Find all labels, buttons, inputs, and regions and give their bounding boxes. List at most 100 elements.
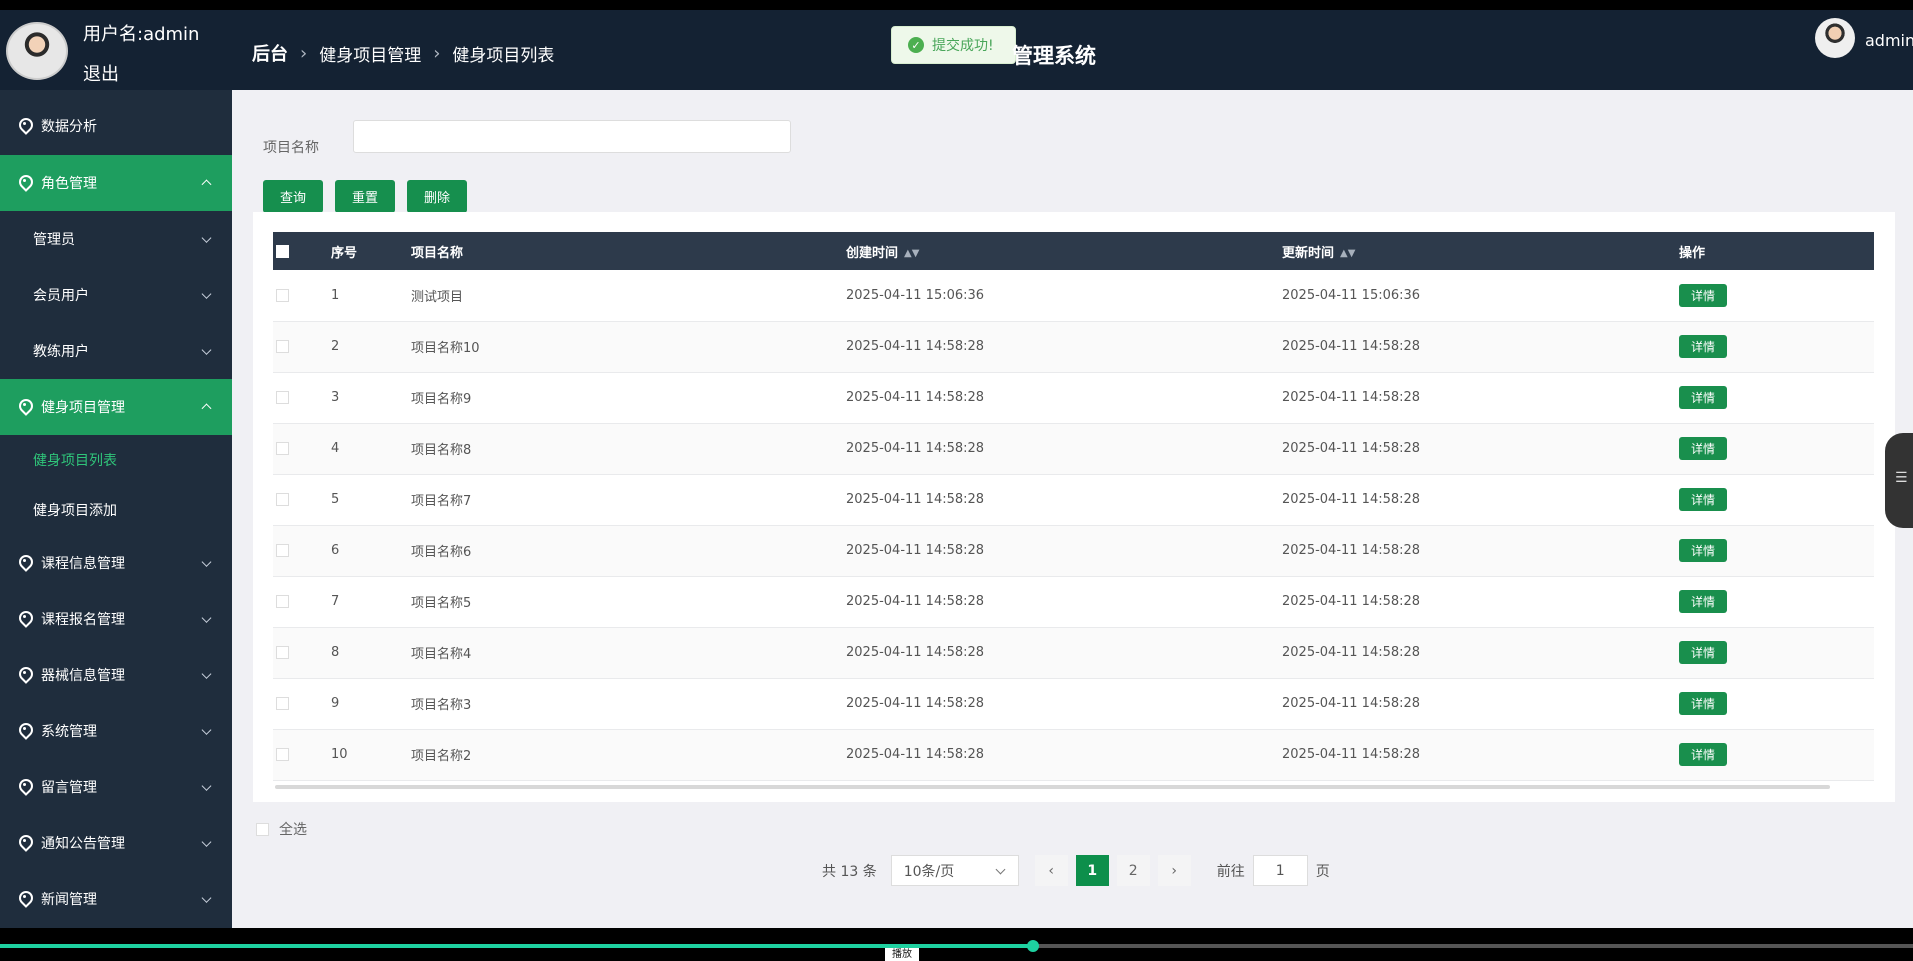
sidebar-item-data-analysis[interactable]: 数据分析 [0, 98, 232, 154]
sidebar-item-equipment-info-management[interactable]: 器械信息管理 [0, 647, 232, 703]
project-name-input[interactable] [353, 120, 791, 153]
row-checkbox[interactable] [276, 646, 289, 659]
sidebar-item-role-management[interactable]: 角色管理 [0, 155, 232, 211]
location-pin-icon [18, 891, 31, 907]
logout-link[interactable]: 退出 [83, 60, 119, 86]
select-all-header-checkbox[interactable] [276, 244, 289, 258]
query-button[interactable]: 查询 [263, 180, 323, 213]
breadcrumb-root[interactable]: 后台 [252, 40, 288, 66]
created-time-cell: 2025-04-11 14:58:28 [846, 423, 1282, 475]
detail-button[interactable]: 详情 [1679, 335, 1727, 358]
row-checkbox[interactable] [276, 493, 289, 506]
row-checkbox[interactable] [276, 340, 289, 353]
action-cell: 详情 [1679, 423, 1874, 475]
row-checkbox-cell [273, 729, 331, 781]
chevron-down-icon [201, 837, 212, 847]
action-cell: 详情 [1679, 270, 1874, 322]
action-cell: 详情 [1679, 627, 1874, 679]
sidebar-item-coach-users[interactable]: 教练用户 [0, 323, 232, 379]
sidebar-item-member-users[interactable]: 会员用户 [0, 267, 232, 323]
sidebar-item-admin[interactable]: 管理员 [0, 211, 232, 267]
sidebar-item-label: 新闻管理 [41, 892, 97, 908]
sidebar-item-course-registration-management[interactable]: 课程报名管理 [0, 591, 232, 647]
sidebar-item-fitness-project-list[interactable]: 健身项目列表 [0, 435, 232, 485]
page-jump-input[interactable]: 1 [1252, 855, 1308, 886]
index-cell: 3 [331, 372, 411, 424]
detail-button[interactable]: 详情 [1679, 437, 1727, 460]
reset-button[interactable]: 重置 [335, 180, 395, 213]
row-checkbox[interactable] [276, 391, 289, 404]
detail-button[interactable]: 详情 [1679, 692, 1727, 715]
floating-menu-tab[interactable] [1885, 433, 1913, 528]
chevron-down-icon [201, 781, 212, 791]
sidebar-item-notice-management[interactable]: 通知公告管理 [0, 815, 232, 871]
updated-time-cell: 2025-04-11 15:06:36 [1282, 270, 1679, 322]
sidebar-item-message-management[interactable]: 留言管理 [0, 759, 232, 815]
detail-button[interactable]: 详情 [1679, 283, 1727, 307]
video-progress-handle[interactable] [1027, 940, 1040, 952]
goto-label: 前往 [1216, 863, 1245, 880]
detail-button[interactable]: 详情 [1679, 386, 1727, 409]
detail-button[interactable]: 详情 [1679, 488, 1727, 511]
next-page-button[interactable]: › [1157, 855, 1191, 886]
table-row: 10 项目名称2 2025-04-11 14:58:28 2025-04-11 … [273, 729, 1874, 781]
horizontal-scrollbar[interactable] [275, 785, 1830, 789]
sidebar-item-course-info-management[interactable]: 课程信息管理 [0, 535, 232, 591]
row-checkbox[interactable] [276, 748, 289, 761]
table-row: 4 项目名称8 2025-04-11 14:58:28 2025-04-11 1… [273, 423, 1874, 475]
breadcrumb-fitness-project-management[interactable]: 健身项目管理 [319, 41, 421, 66]
detail-button[interactable]: 详情 [1679, 743, 1727, 766]
sidebar-item-fitness-project-add[interactable]: 健身项目添加 [0, 485, 232, 535]
updated-time-cell: 2025-04-11 14:58:28 [1282, 474, 1679, 526]
select-all-checkbox[interactable] [256, 822, 269, 836]
created-time-cell: 2025-04-11 14:58:28 [846, 729, 1282, 781]
row-checkbox[interactable] [276, 595, 289, 608]
page-2-button[interactable]: 2 [1116, 855, 1150, 886]
total-count: 共 13 条 [822, 863, 877, 880]
success-toast: ✓ 提交成功! [891, 26, 1016, 64]
sort-icon[interactable]: ▲▼ [904, 248, 919, 259]
sidebar-item-fitness-project-management[interactable]: 健身项目管理 [0, 379, 232, 435]
row-checkbox-cell [273, 270, 331, 322]
created-time-column-header[interactable]: 创建时间 ▲▼ [846, 232, 1282, 270]
row-checkbox[interactable] [276, 288, 289, 302]
created-time-cell: 2025-04-11 14:58:28 [846, 525, 1282, 577]
sidebar-item-system-management[interactable]: 系统管理 [0, 703, 232, 759]
sidebar-item-news-management[interactable]: 新闻管理 [0, 871, 232, 927]
row-checkbox-cell [273, 678, 331, 730]
user-avatar [6, 22, 68, 80]
delete-button[interactable]: 删除 [407, 180, 467, 213]
select-all-control[interactable]: 全选 [253, 819, 307, 839]
index-cell: 10 [331, 729, 411, 781]
previous-page-button[interactable]: ‹ [1034, 855, 1068, 886]
table-row: 5 项目名称7 2025-04-11 14:58:28 2025-04-11 1… [273, 474, 1874, 526]
index-cell: 9 [331, 678, 411, 730]
index-cell: 1 [331, 270, 411, 322]
location-pin-icon [18, 835, 31, 851]
row-checkbox[interactable] [276, 442, 289, 455]
updated-time-column-header[interactable]: 更新时间 ▲▼ [1282, 232, 1679, 270]
page-size-select[interactable]: 10条/页 [890, 855, 1019, 886]
detail-button[interactable]: 详情 [1679, 539, 1727, 562]
current-user-name[interactable]: admin [1865, 31, 1913, 50]
updated-time-cell: 2025-04-11 14:58:28 [1282, 627, 1679, 679]
index-cell: 6 [331, 525, 411, 577]
chevron-right-icon: › [433, 42, 441, 64]
row-checkbox-cell [273, 423, 331, 475]
action-cell: 详情 [1679, 576, 1874, 628]
sidebar-item-label: 角色管理 [41, 176, 97, 192]
page-1-button[interactable]: 1 [1075, 855, 1109, 886]
sidebar-item-label: 会员用户 [33, 288, 89, 304]
row-checkbox[interactable] [276, 697, 289, 710]
sidebar-item-label: 健身项目添加 [33, 503, 117, 519]
detail-button[interactable]: 详情 [1679, 641, 1727, 664]
sidebar-item-label: 器械信息管理 [41, 668, 125, 684]
row-checkbox[interactable] [276, 544, 289, 557]
project-name-cell: 项目名称10 [411, 321, 846, 373]
location-pin-icon [18, 723, 31, 739]
sort-icon[interactable]: ▲▼ [1340, 248, 1355, 259]
detail-button[interactable]: 详情 [1679, 590, 1727, 613]
header-avatar[interactable] [1815, 18, 1855, 58]
table-row: 3 项目名称9 2025-04-11 14:58:28 2025-04-11 1… [273, 372, 1874, 424]
project-name-cell: 项目名称7 [411, 474, 846, 526]
